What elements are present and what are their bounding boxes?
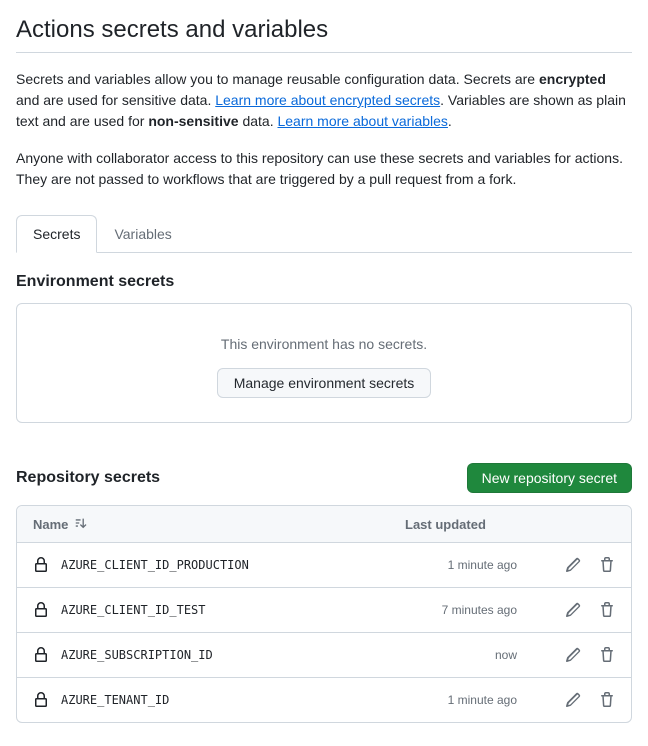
intro-bold-encrypted: encrypted xyxy=(539,71,606,87)
lock-icon xyxy=(33,557,49,573)
lock-icon xyxy=(33,692,49,708)
repository-secrets-table: Name Last updated AZURE_CLIENT_ID_PRODUC… xyxy=(16,505,632,723)
table-row: AZURE_TENANT_ID 1 minute ago xyxy=(17,678,631,722)
environment-secrets-box: This environment has no secrets. Manage … xyxy=(16,303,632,423)
learn-more-variables-link[interactable]: Learn more about variables xyxy=(277,113,447,129)
secret-name: AZURE_SUBSCRIPTION_ID xyxy=(61,648,213,662)
trash-icon[interactable] xyxy=(599,647,615,663)
learn-more-secrets-link[interactable]: Learn more about encrypted secrets xyxy=(215,92,440,108)
column-header-name[interactable]: Name xyxy=(33,517,68,532)
pencil-icon[interactable] xyxy=(565,692,581,708)
tabs: Secrets Variables xyxy=(16,214,632,253)
secret-updated: now xyxy=(405,648,535,662)
pencil-icon[interactable] xyxy=(565,557,581,573)
intro-text: and are used for sensitive data. xyxy=(16,92,215,108)
intro-paragraph-2: Anyone with collaborator access to this … xyxy=(16,148,632,190)
sort-icon[interactable] xyxy=(74,516,90,532)
tab-variables[interactable]: Variables xyxy=(97,215,188,253)
intro-text: Secrets and variables allow you to manag… xyxy=(16,71,539,87)
lock-icon xyxy=(33,647,49,663)
trash-icon[interactable] xyxy=(599,602,615,618)
table-header: Name Last updated xyxy=(17,506,631,543)
table-row: AZURE_CLIENT_ID_PRODUCTION 1 minute ago xyxy=(17,543,631,588)
intro-paragraph-1: Secrets and variables allow you to manag… xyxy=(16,69,632,132)
table-row: AZURE_SUBSCRIPTION_ID now xyxy=(17,633,631,678)
trash-icon[interactable] xyxy=(599,692,615,708)
new-repository-secret-button[interactable]: New repository secret xyxy=(467,463,632,493)
intro-text: data. xyxy=(239,113,278,129)
pencil-icon[interactable] xyxy=(565,647,581,663)
environment-empty-text: This environment has no secrets. xyxy=(33,336,615,352)
column-header-updated: Last updated xyxy=(405,517,535,532)
secret-name: AZURE_TENANT_ID xyxy=(61,693,169,707)
secret-name: AZURE_CLIENT_ID_TEST xyxy=(61,603,206,617)
tab-secrets[interactable]: Secrets xyxy=(16,215,97,253)
intro-text: . xyxy=(448,113,452,129)
lock-icon xyxy=(33,602,49,618)
environment-secrets-heading: Environment secrets xyxy=(16,273,632,291)
manage-environment-secrets-button[interactable]: Manage environment secrets xyxy=(217,368,432,398)
secret-updated: 7 minutes ago xyxy=(405,603,535,617)
secret-updated: 1 minute ago xyxy=(405,558,535,572)
page-title: Actions secrets and variables xyxy=(16,16,632,53)
repository-secrets-heading: Repository secrets xyxy=(16,469,160,487)
pencil-icon[interactable] xyxy=(565,602,581,618)
trash-icon[interactable] xyxy=(599,557,615,573)
secret-updated: 1 minute ago xyxy=(405,693,535,707)
intro-bold-nonsensitive: non-sensitive xyxy=(148,113,238,129)
secret-name: AZURE_CLIENT_ID_PRODUCTION xyxy=(61,558,249,572)
table-row: AZURE_CLIENT_ID_TEST 7 minutes ago xyxy=(17,588,631,633)
